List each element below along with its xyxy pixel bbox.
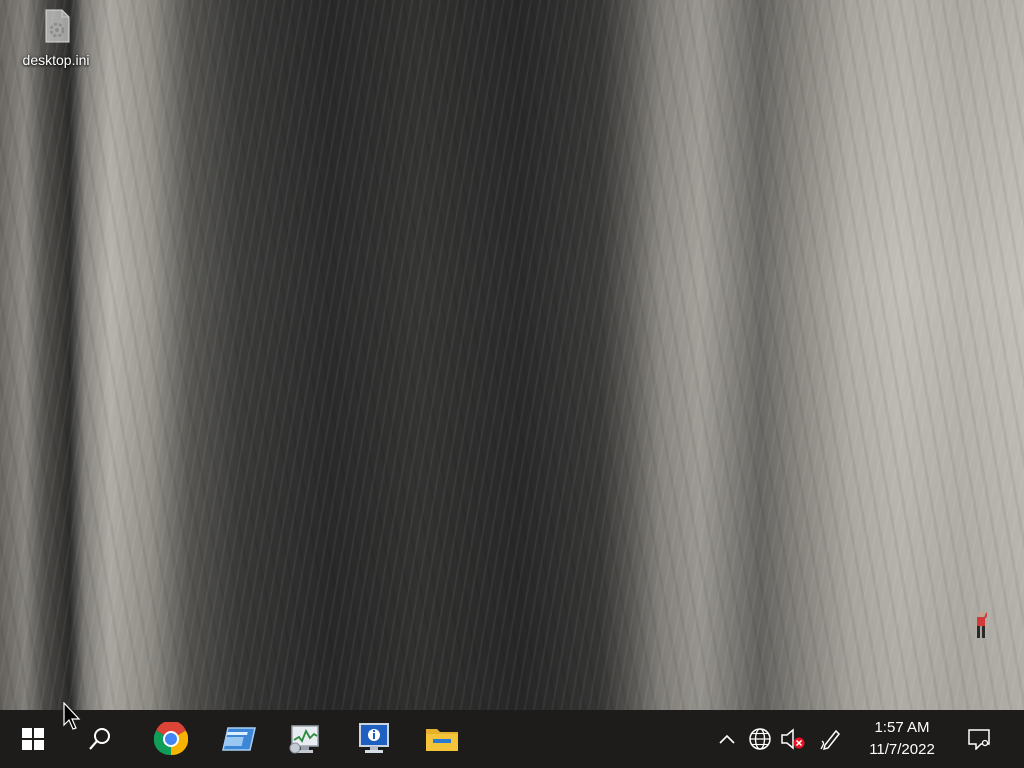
taskbar-app-file-explorer[interactable] bbox=[413, 710, 471, 768]
globe-network-icon bbox=[749, 728, 771, 750]
system-info-icon bbox=[359, 723, 389, 753]
window-app-icon bbox=[222, 727, 256, 751]
taskbar-app-chrome[interactable] bbox=[142, 710, 200, 768]
desktop-wallpaper: desktop.ini bbox=[0, 0, 1024, 710]
show-hidden-icons-button[interactable] bbox=[714, 710, 740, 768]
notification-icon bbox=[968, 729, 990, 750]
search-icon bbox=[89, 728, 110, 750]
notification-center-button[interactable] bbox=[956, 710, 1002, 768]
desktop-icon-label: desktop.ini bbox=[22, 52, 90, 68]
pen-icon bbox=[820, 729, 841, 751]
pen-workspace-button[interactable] bbox=[815, 710, 847, 768]
taskbar-app-window[interactable] bbox=[210, 710, 268, 768]
taskbar-app-system-information[interactable] bbox=[345, 710, 403, 768]
speaker-muted-icon bbox=[781, 728, 805, 750]
settings-file-icon bbox=[45, 9, 70, 43]
chevron-up-icon bbox=[719, 734, 735, 744]
volume-button[interactable] bbox=[777, 710, 809, 768]
clock-button[interactable]: 1:57 AM 11/7/2022 bbox=[856, 710, 948, 768]
chrome-icon bbox=[154, 722, 188, 756]
network-status-button[interactable] bbox=[744, 710, 776, 768]
wallpaper-texture bbox=[0, 0, 1024, 710]
clock-time: 1:57 AM bbox=[874, 719, 930, 736]
taskbar: 1:57 AM 11/7/2022 bbox=[0, 710, 1024, 768]
mouse-cursor-icon bbox=[63, 702, 81, 730]
start-button[interactable] bbox=[4, 710, 62, 768]
taskbar-app-performance-monitor[interactable] bbox=[277, 710, 335, 768]
climber-figure bbox=[977, 611, 987, 638]
desktop-icon-desktop-ini[interactable]: desktop.ini bbox=[8, 4, 104, 70]
folder-icon bbox=[426, 729, 458, 751]
performance-monitor-icon bbox=[289, 725, 319, 754]
show-desktop-button[interactable] bbox=[1016, 710, 1024, 768]
clock-date: 11/7/2022 bbox=[869, 741, 935, 758]
windows-logo-icon bbox=[22, 728, 44, 750]
